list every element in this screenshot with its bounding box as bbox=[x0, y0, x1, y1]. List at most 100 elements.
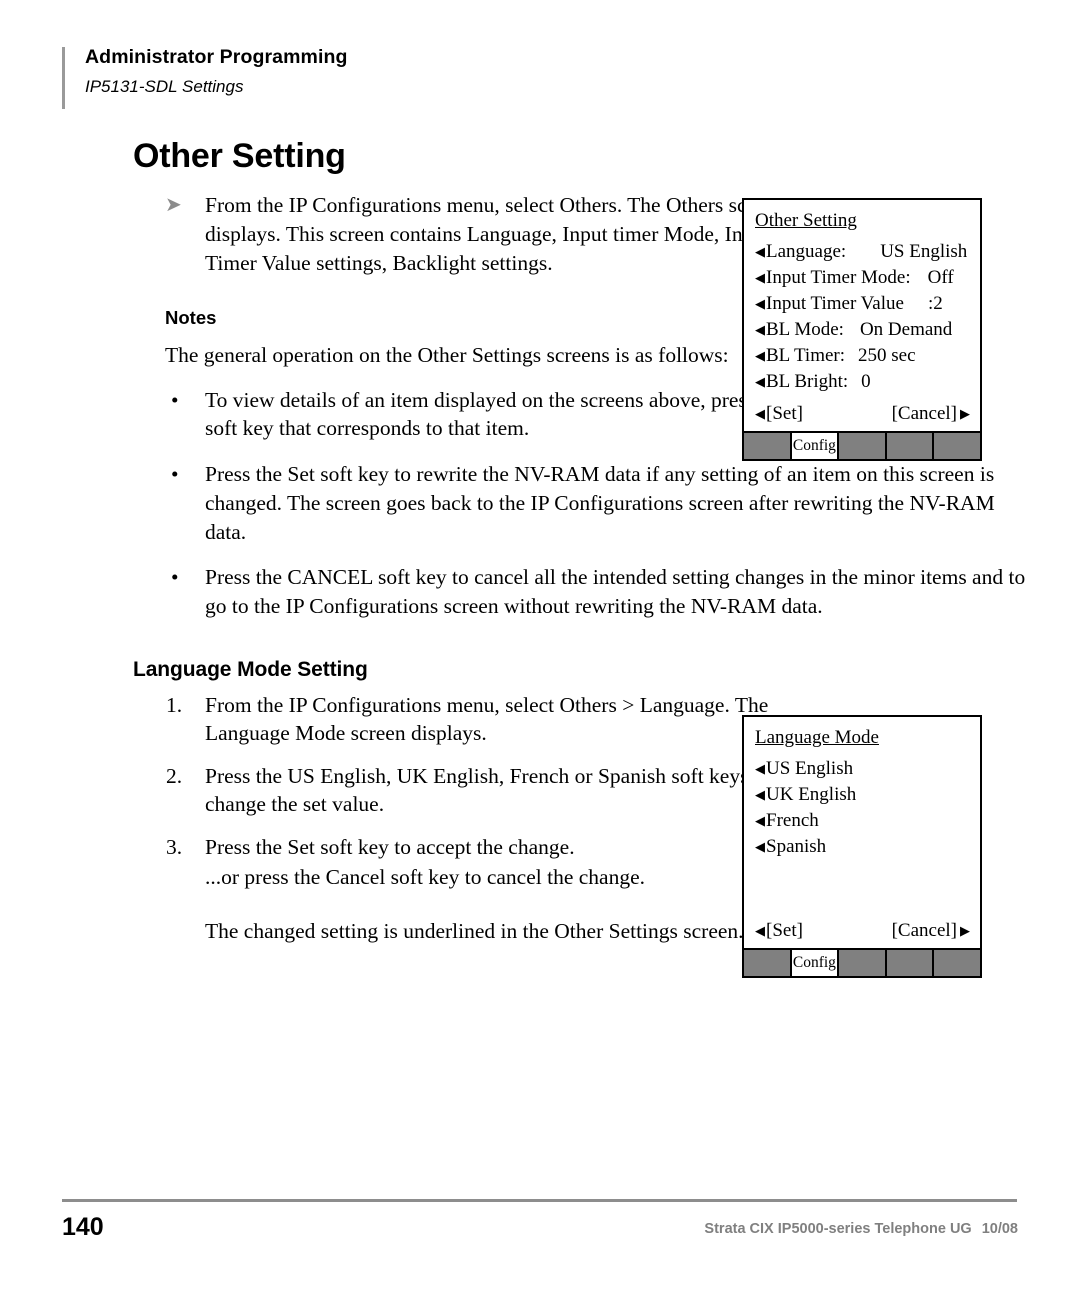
lcd-row-bl-mode[interactable]: ◀ BL Mode: On Demand bbox=[755, 320, 970, 339]
lcd-row-input-timer-value[interactable]: ◀ Input Timer Value :2 bbox=[755, 294, 970, 313]
page-title: Other Setting bbox=[133, 137, 346, 175]
intro-paragraph-text: From the IP Configurations menu, select … bbox=[205, 193, 784, 275]
lcd-title: Language Mode bbox=[755, 727, 879, 748]
softkey-3[interactable] bbox=[839, 433, 887, 459]
softkey-4[interactable] bbox=[886, 950, 935, 976]
lcd-display-area: Other Setting ◀ Language: US English ◀ I… bbox=[742, 198, 982, 433]
notes-intro-text: The general operation on the Other Setti… bbox=[165, 343, 729, 368]
numbered-step: 1. From the IP Configurations menu, sele… bbox=[133, 691, 805, 748]
lcd-row-label: Spanish bbox=[766, 835, 827, 857]
left-triangle-icon: ◀ bbox=[755, 838, 765, 854]
softkey-5[interactable] bbox=[934, 433, 980, 459]
lcd-row-value: US English bbox=[880, 240, 968, 262]
lcd-row-label: Input Timer Mode: bbox=[766, 266, 911, 288]
lcd-row-value: Off bbox=[927, 266, 954, 288]
lcd-cancel-label: [Cancel] bbox=[891, 403, 957, 424]
right-triangle-icon: ▶ bbox=[960, 406, 970, 421]
lcd-set-label: [Set] bbox=[766, 403, 803, 424]
lcd-row-label: French bbox=[766, 809, 819, 831]
list-item-text: Press the CANCEL soft key to cancel all … bbox=[205, 565, 1026, 618]
lcd-row-us-english[interactable]: ◀ US English bbox=[755, 759, 970, 778]
bullet-icon: • bbox=[171, 387, 179, 412]
bullet-icon: • bbox=[171, 565, 179, 590]
lcd-row-language[interactable]: ◀ Language: US English bbox=[755, 242, 970, 261]
list-item-text: Press the Set soft key to rewrite the NV… bbox=[205, 462, 995, 544]
numbered-step: 3. Press the Set soft key to accept the … bbox=[133, 833, 805, 891]
step-text: From the IP Configurations menu, select … bbox=[205, 692, 769, 746]
softkey-5[interactable] bbox=[934, 950, 980, 976]
lcd-cancel-option[interactable]: [Cancel] ▶ bbox=[892, 921, 970, 940]
step-text: Press the US English, UK English, French… bbox=[205, 763, 771, 817]
lcd-row-french[interactable]: ◀ French bbox=[755, 811, 970, 830]
lcd-row-value: 0 bbox=[861, 370, 871, 392]
step-text: Press the Set soft key to accept the cha… bbox=[205, 835, 575, 860]
closing-paragraph: The changed setting is underlined in the… bbox=[205, 919, 744, 944]
arrow-bullet-icon: ➤ bbox=[165, 194, 182, 217]
step-number: 2. bbox=[166, 763, 183, 788]
left-triangle-icon: ◀ bbox=[755, 295, 765, 311]
numbered-step: 2. Press the US English, UK English, Fre… bbox=[133, 762, 805, 819]
document-page: Administrator Programming IP5131-SDL Set… bbox=[0, 0, 1080, 1311]
step-number: 3. bbox=[166, 835, 183, 860]
right-triangle-icon: ▶ bbox=[960, 923, 970, 938]
step-subline: ...or press the Cancel soft key to cance… bbox=[205, 864, 645, 889]
softkey-2-config[interactable]: Config bbox=[791, 950, 840, 976]
lcd-row-label: BL Timer: bbox=[766, 344, 846, 366]
list-item: • Press the Set soft key to rewrite the … bbox=[133, 460, 1035, 546]
page-number: 140 bbox=[62, 1213, 104, 1241]
footer-date: 10/08 bbox=[981, 1221, 1018, 1237]
lcd-row-label: UK English bbox=[766, 783, 857, 805]
left-triangle-icon: ◀ bbox=[755, 923, 765, 938]
left-triangle-icon: ◀ bbox=[755, 786, 765, 802]
lcd-row-label: Language: bbox=[766, 240, 847, 262]
softkey-3[interactable] bbox=[839, 950, 887, 976]
lcd-cancel-label: [Cancel] bbox=[891, 920, 957, 941]
list-item: • To view details of an item displayed o… bbox=[133, 386, 805, 443]
softkey-1[interactable] bbox=[744, 433, 792, 459]
left-triangle-icon: ◀ bbox=[755, 269, 765, 285]
lcd-row-spanish[interactable]: ◀ Spanish bbox=[755, 837, 970, 856]
lcd-row-bl-bright[interactable]: ◀ BL Bright: 0 bbox=[755, 372, 970, 391]
lcd-row-label: US English bbox=[766, 757, 854, 779]
list-item-text: To view details of an item displayed on … bbox=[205, 387, 787, 441]
lcd-set-option[interactable]: ◀[Set] bbox=[755, 921, 803, 940]
left-triangle-icon: ◀ bbox=[755, 243, 765, 259]
lcd-softkey-row: ◀[Set] [Cancel] ▶ bbox=[755, 921, 970, 940]
lcd-row-value: :2 bbox=[927, 292, 943, 314]
softkey-1[interactable] bbox=[744, 950, 792, 976]
subsection-title: Language Mode Setting bbox=[133, 657, 368, 681]
lcd-row-bl-timer[interactable]: ◀ BL Timer: 250 sec bbox=[755, 346, 970, 365]
lcd-title: Other Setting bbox=[755, 210, 857, 231]
lcd-softkey-bar: Config bbox=[742, 433, 982, 461]
lcd-row-label: BL Bright: bbox=[766, 370, 849, 392]
step-number: 1. bbox=[166, 692, 183, 717]
lcd-row-uk-english[interactable]: ◀ UK English bbox=[755, 785, 970, 804]
left-triangle-icon: ◀ bbox=[755, 373, 765, 389]
lcd-row-value: On Demand bbox=[859, 318, 953, 340]
header-subtitle: IP5131-SDL Settings bbox=[85, 77, 244, 97]
left-triangle-icon: ◀ bbox=[755, 812, 765, 828]
left-triangle-icon: ◀ bbox=[755, 321, 765, 337]
lcd-row-value: 250 sec bbox=[858, 344, 916, 366]
left-triangle-icon: ◀ bbox=[755, 406, 765, 421]
lcd-row-input-timer-mode[interactable]: ◀ Input Timer Mode: Off bbox=[755, 268, 970, 287]
lcd-set-option[interactable]: ◀[Set] bbox=[755, 404, 803, 423]
lcd-screen-language-mode: Language Mode ◀ US English ◀ UK English … bbox=[742, 715, 982, 978]
lcd-softkey-row: ◀[Set] [Cancel] ▶ bbox=[755, 404, 970, 423]
lcd-row-label: Input Timer Value bbox=[766, 292, 904, 314]
lcd-set-label: [Set] bbox=[766, 920, 803, 941]
lcd-softkey-bar: Config bbox=[742, 950, 982, 978]
lcd-display-area: Language Mode ◀ US English ◀ UK English … bbox=[742, 715, 982, 950]
lcd-screen-other-setting: Other Setting ◀ Language: US English ◀ I… bbox=[742, 198, 982, 461]
bullet-icon: • bbox=[171, 462, 179, 487]
softkey-2-config[interactable]: Config bbox=[791, 433, 840, 459]
intro-paragraph: ➤ From the IP Configurations menu, selec… bbox=[133, 191, 805, 277]
footer-document-info: Strata CIX IP5000-series Telephone UG 10/… bbox=[704, 1222, 1018, 1237]
footer-divider bbox=[62, 1199, 1017, 1202]
left-triangle-icon: ◀ bbox=[755, 347, 765, 363]
softkey-4[interactable] bbox=[886, 433, 935, 459]
lcd-row-label: BL Mode: bbox=[766, 318, 844, 340]
left-triangle-icon: ◀ bbox=[755, 760, 765, 776]
header-title: Administrator Programming bbox=[85, 46, 348, 68]
lcd-cancel-option[interactable]: [Cancel] ▶ bbox=[892, 404, 970, 423]
